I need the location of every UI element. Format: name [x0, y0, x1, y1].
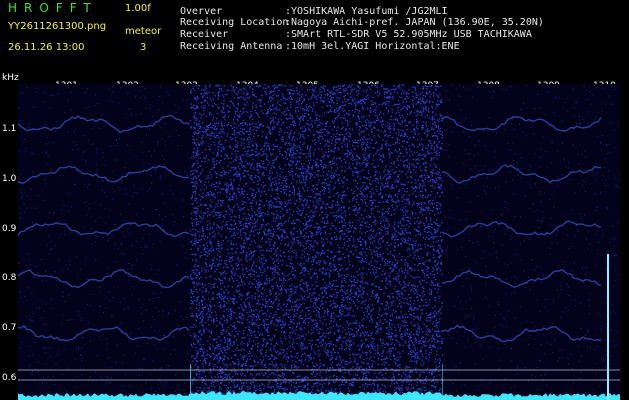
file-name: YY2611261300.png: [8, 21, 107, 32]
app-version: 1.00f: [125, 3, 151, 14]
y-tick-1-0: 1.0: [2, 174, 17, 184]
y-tick-0-6: 0.6: [2, 373, 17, 383]
y-tick-0-9: 0.9: [2, 224, 17, 234]
datetime-label: 26.11.26 13:00: [8, 42, 85, 53]
info-value-location: :Nagoya Aichi-pref. JAPAN (136.90E, 35.2…: [285, 17, 544, 28]
signal-trace: [441, 164, 602, 184]
signal-trace: [441, 268, 602, 289]
app-brand: HROFFT: [8, 1, 98, 15]
signal-trace: [441, 116, 602, 132]
header-panel: HROFFT 1.00f YY2611261300.png meteor 26.…: [0, 0, 629, 83]
signal-trace: [441, 324, 602, 343]
meteor-echo: [607, 254, 609, 400]
signal-trace: [18, 324, 190, 342]
y-axis-unit: kHz: [2, 73, 19, 83]
y-tick-0-7: 0.7: [2, 323, 17, 333]
info-label-antenna: Receiving Antenna: [180, 41, 283, 52]
y-tick-0-8: 0.8: [2, 273, 17, 283]
baseline-spectrum: [18, 391, 620, 400]
spectrogram-svg: [18, 84, 620, 400]
y-tick-1-1: 1.1: [2, 124, 17, 134]
info-label-receiver: Receiver: [180, 29, 229, 40]
signal-trace: [18, 268, 190, 289]
meteor-echo: [442, 364, 443, 400]
info-label-location: Receiving Location: [180, 17, 289, 28]
noise-band: [190, 84, 444, 400]
meteor-label: meteor: [125, 26, 162, 37]
signal-trace: [18, 114, 190, 134]
spectrogram-plot: [18, 84, 620, 400]
meteor-count: 3: [140, 42, 147, 53]
info-value-receiver: :SMArt RTL-SDR V5 52.905MHz USB TACHIKAW…: [285, 29, 532, 40]
info-value-antenna: :10mH 3el.YAGI Horizontal:ENE: [285, 41, 460, 52]
meteor-echo: [190, 364, 191, 400]
